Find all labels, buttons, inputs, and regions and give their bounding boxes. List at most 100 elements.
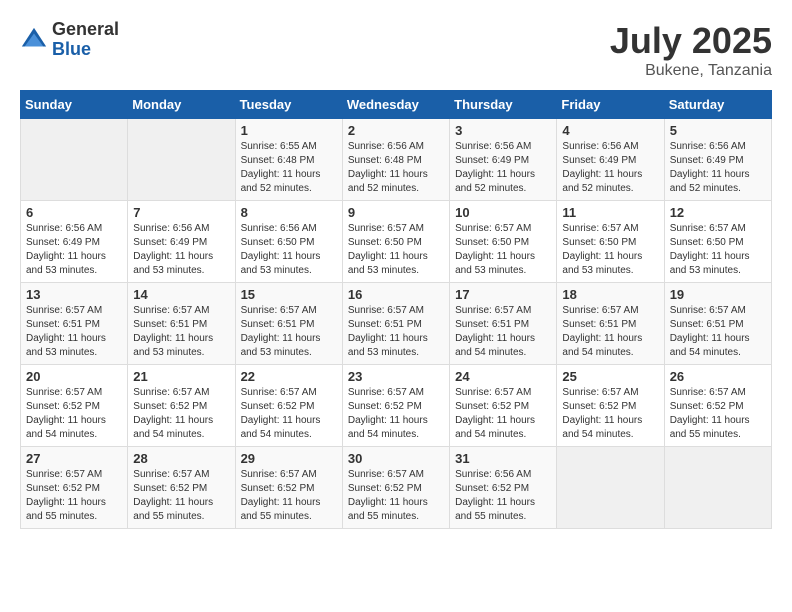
day-number: 15 bbox=[241, 287, 337, 302]
table-row: 30 Sunrise: 6:57 AM Sunset: 6:52 PM Dayli… bbox=[342, 447, 449, 529]
day-info: Sunrise: 6:57 AM Sunset: 6:51 PM Dayligh… bbox=[670, 304, 766, 360]
calendar-week-1: 1Sunrise: 6:55 AM Sunset: 6:48 PM Daylig… bbox=[21, 119, 772, 201]
col-thursday: Thursday bbox=[450, 91, 557, 119]
col-sunday: Sunday bbox=[21, 91, 128, 119]
calendar-table: Sunday Monday Tuesday Wednesday Thursday… bbox=[20, 90, 772, 529]
day-number: 21 bbox=[133, 369, 229, 384]
table-row: 27 Sunrise: 6:57 AM Sunset: 6:52 PM Dayli… bbox=[21, 447, 128, 529]
table-row: 4 Sunrise: 6:56 AM Sunset: 6:49 PM Daylig… bbox=[557, 119, 664, 201]
day-info: Sunrise: 6:56 AM Sunset: 6:49 PM Dayligh… bbox=[26, 222, 122, 278]
table-row: 9 Sunrise: 6:57 AM Sunset: 6:50 PM Daylig… bbox=[342, 201, 449, 283]
day-info: Sunrise: 6:57 AM Sunset: 6:52 PM Dayligh… bbox=[562, 386, 658, 442]
title-block: July 2025 Bukene, Tanzania bbox=[610, 20, 772, 80]
col-tuesday: Tuesday bbox=[235, 91, 342, 119]
logo-icon bbox=[20, 26, 48, 54]
day-number: 4 bbox=[562, 123, 658, 138]
table-row: 28 Sunrise: 6:57 AM Sunset: 6:52 PM Dayli… bbox=[128, 447, 235, 529]
day-info: Sunrise: 6:56 AM Sunset: 6:49 PM Dayligh… bbox=[455, 140, 551, 196]
table-row: 15Sunrise: 6:57 AM Sunset: 6:51 PM Dayli… bbox=[235, 283, 342, 365]
day-info: Sunrise: 6:56 AM Sunset: 6:50 PM Dayligh… bbox=[241, 222, 337, 278]
day-number: 27 bbox=[26, 451, 122, 466]
day-number: 28 bbox=[133, 451, 229, 466]
day-number: 12 bbox=[670, 205, 766, 220]
day-info: Sunrise: 6:57 AM Sunset: 6:52 PM Dayligh… bbox=[133, 386, 229, 442]
calendar-week-2: 6Sunrise: 6:56 AM Sunset: 6:49 PM Daylig… bbox=[21, 201, 772, 283]
day-info: Sunrise: 6:57 AM Sunset: 6:50 PM Dayligh… bbox=[562, 222, 658, 278]
day-number: 8 bbox=[241, 205, 337, 220]
day-info: Sunrise: 6:57 AM Sunset: 6:52 PM Dayligh… bbox=[133, 468, 229, 524]
table-row bbox=[557, 447, 664, 529]
table-row: 3 Sunrise: 6:56 AM Sunset: 6:49 PM Daylig… bbox=[450, 119, 557, 201]
table-row: 8 Sunrise: 6:56 AM Sunset: 6:50 PM Daylig… bbox=[235, 201, 342, 283]
day-number: 17 bbox=[455, 287, 551, 302]
day-info: Sunrise: 6:56 AM Sunset: 6:49 PM Dayligh… bbox=[670, 140, 766, 196]
day-info: Sunrise: 6:57 AM Sunset: 6:51 PM Dayligh… bbox=[562, 304, 658, 360]
table-row: 17 Sunrise: 6:57 AM Sunset: 6:51 PM Dayli… bbox=[450, 283, 557, 365]
col-saturday: Saturday bbox=[664, 91, 771, 119]
table-row: 13Sunrise: 6:57 AM Sunset: 6:51 PM Dayli… bbox=[21, 283, 128, 365]
table-row: 10 Sunrise: 6:57 AM Sunset: 6:50 PM Dayli… bbox=[450, 201, 557, 283]
day-number: 9 bbox=[348, 205, 444, 220]
day-info: Sunrise: 6:57 AM Sunset: 6:52 PM Dayligh… bbox=[348, 386, 444, 442]
day-info: Sunrise: 6:57 AM Sunset: 6:52 PM Dayligh… bbox=[670, 386, 766, 442]
table-row: 23 Sunrise: 6:57 AM Sunset: 6:52 PM Dayli… bbox=[342, 365, 449, 447]
day-number: 24 bbox=[455, 369, 551, 384]
day-number: 26 bbox=[670, 369, 766, 384]
table-row: 25Sunrise: 6:57 AM Sunset: 6:52 PM Dayli… bbox=[557, 365, 664, 447]
day-number: 30 bbox=[348, 451, 444, 466]
logo-blue-text: Blue bbox=[52, 40, 119, 60]
day-info: Sunrise: 6:57 AM Sunset: 6:52 PM Dayligh… bbox=[348, 468, 444, 524]
day-info: Sunrise: 6:56 AM Sunset: 6:49 PM Dayligh… bbox=[562, 140, 658, 196]
table-row: 11 Sunrise: 6:57 AM Sunset: 6:50 PM Dayli… bbox=[557, 201, 664, 283]
day-number: 19 bbox=[670, 287, 766, 302]
day-number: 20 bbox=[26, 369, 122, 384]
day-number: 31 bbox=[455, 451, 551, 466]
day-number: 3 bbox=[455, 123, 551, 138]
table-row: 31 Sunrise: 6:56 AM Sunset: 6:52 PM Dayli… bbox=[450, 447, 557, 529]
day-info: Sunrise: 6:57 AM Sunset: 6:51 PM Dayligh… bbox=[26, 304, 122, 360]
logo: General Blue bbox=[20, 20, 119, 60]
day-number: 10 bbox=[455, 205, 551, 220]
day-number: 22 bbox=[241, 369, 337, 384]
calendar-week-3: 13Sunrise: 6:57 AM Sunset: 6:51 PM Dayli… bbox=[21, 283, 772, 365]
day-info: Sunrise: 6:56 AM Sunset: 6:49 PM Dayligh… bbox=[133, 222, 229, 278]
table-row bbox=[128, 119, 235, 201]
day-info: Sunrise: 6:56 AM Sunset: 6:52 PM Dayligh… bbox=[455, 468, 551, 524]
table-row: 12 Sunrise: 6:57 AM Sunset: 6:50 PM Dayli… bbox=[664, 201, 771, 283]
table-row: 20 Sunrise: 6:57 AM Sunset: 6:52 PM Dayli… bbox=[21, 365, 128, 447]
day-number: 16 bbox=[348, 287, 444, 302]
day-info: Sunrise: 6:57 AM Sunset: 6:52 PM Dayligh… bbox=[455, 386, 551, 442]
day-info: Sunrise: 6:57 AM Sunset: 6:50 PM Dayligh… bbox=[455, 222, 551, 278]
day-number: 11 bbox=[562, 205, 658, 220]
logo-text: General Blue bbox=[52, 20, 119, 60]
table-row: 24 Sunrise: 6:57 AM Sunset: 6:52 PM Dayli… bbox=[450, 365, 557, 447]
col-friday: Friday bbox=[557, 91, 664, 119]
day-info: Sunrise: 6:57 AM Sunset: 6:52 PM Dayligh… bbox=[26, 468, 122, 524]
table-row: 19 Sunrise: 6:57 AM Sunset: 6:51 PM Dayli… bbox=[664, 283, 771, 365]
table-row: 6Sunrise: 6:56 AM Sunset: 6:49 PM Daylig… bbox=[21, 201, 128, 283]
day-number: 23 bbox=[348, 369, 444, 384]
day-info: Sunrise: 6:57 AM Sunset: 6:51 PM Dayligh… bbox=[133, 304, 229, 360]
day-info: Sunrise: 6:57 AM Sunset: 6:52 PM Dayligh… bbox=[26, 386, 122, 442]
table-row: 14 Sunrise: 6:57 AM Sunset: 6:51 PM Dayli… bbox=[128, 283, 235, 365]
table-row: 16Sunrise: 6:57 AM Sunset: 6:51 PM Dayli… bbox=[342, 283, 449, 365]
day-number: 5 bbox=[670, 123, 766, 138]
table-row bbox=[21, 119, 128, 201]
table-row: 21 Sunrise: 6:57 AM Sunset: 6:52 PM Dayli… bbox=[128, 365, 235, 447]
day-number: 7 bbox=[133, 205, 229, 220]
day-info: Sunrise: 6:57 AM Sunset: 6:50 PM Dayligh… bbox=[348, 222, 444, 278]
day-info: Sunrise: 6:57 AM Sunset: 6:51 PM Dayligh… bbox=[455, 304, 551, 360]
table-row: 26 Sunrise: 6:57 AM Sunset: 6:52 PM Dayli… bbox=[664, 365, 771, 447]
table-row: 1Sunrise: 6:55 AM Sunset: 6:48 PM Daylig… bbox=[235, 119, 342, 201]
col-monday: Monday bbox=[128, 91, 235, 119]
day-number: 1 bbox=[241, 123, 337, 138]
calendar-header-row: Sunday Monday Tuesday Wednesday Thursday… bbox=[21, 91, 772, 119]
day-info: Sunrise: 6:57 AM Sunset: 6:52 PM Dayligh… bbox=[241, 468, 337, 524]
calendar-week-5: 27 Sunrise: 6:57 AM Sunset: 6:52 PM Dayli… bbox=[21, 447, 772, 529]
table-row: 7 Sunrise: 6:56 AM Sunset: 6:49 PM Daylig… bbox=[128, 201, 235, 283]
day-number: 14 bbox=[133, 287, 229, 302]
day-info: Sunrise: 6:57 AM Sunset: 6:50 PM Dayligh… bbox=[670, 222, 766, 278]
day-info: Sunrise: 6:56 AM Sunset: 6:48 PM Dayligh… bbox=[348, 140, 444, 196]
col-wednesday: Wednesday bbox=[342, 91, 449, 119]
day-info: Sunrise: 6:57 AM Sunset: 6:52 PM Dayligh… bbox=[241, 386, 337, 442]
